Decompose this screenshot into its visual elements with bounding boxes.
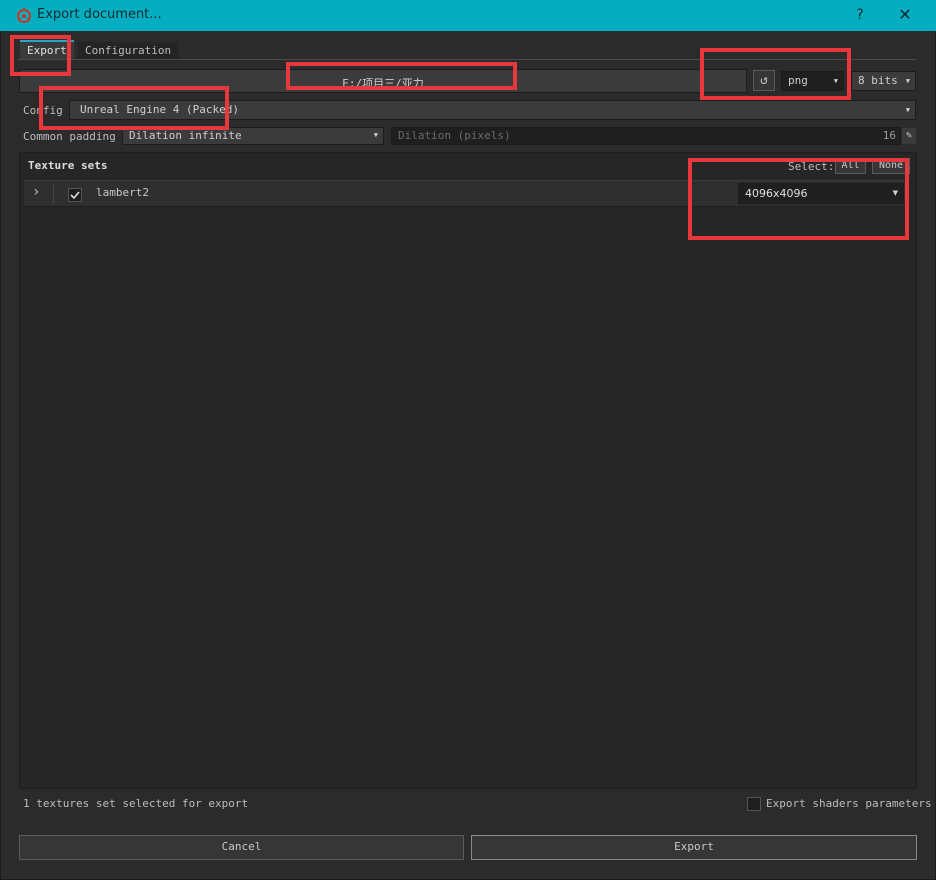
chevron-right-icon[interactable]: › [32,184,40,200]
highlight-box [39,86,229,130]
bit-depth-value: 8 bits [858,74,898,87]
export-button[interactable]: Export [471,835,917,860]
export-shaders-label: Export shaders parameters [766,797,932,810]
pencil-icon: ✎ [905,130,913,141]
texture-sets-panel [19,152,917,789]
title-bar: Export document... ? ✕ [0,0,936,31]
highlight-box [10,35,71,76]
row-divider [53,184,54,204]
texture-sets-heading: Texture sets [28,159,108,172]
dilation-value: 16 [882,129,896,142]
dilation-placeholder: Dilation (pixels) [398,129,511,142]
app-logo-icon [15,7,33,25]
tab-configuration[interactable]: Configuration [78,42,179,59]
chevron-down-icon: ▼ [373,131,378,139]
close-button[interactable]: ✕ [892,4,918,26]
export-shaders-checkbox[interactable] [747,797,761,811]
highlight-box [688,158,909,240]
highlight-box [286,62,517,90]
chevron-down-icon: ▼ [905,77,910,85]
bit-depth-select[interactable]: 8 bits ▼ [851,71,916,91]
dilation-input[interactable]: Dilation (pixels) 16 [391,127,901,145]
cancel-button[interactable]: Cancel [19,835,464,860]
selection-status: 1 textures set selected for export [23,797,249,810]
chevron-down-icon: ▼ [905,106,910,114]
checkmark-icon [70,191,80,200]
help-button[interactable]: ? [848,4,872,26]
highlight-box [700,48,851,100]
edit-dilation-button[interactable]: ✎ [902,128,916,144]
texture-set-name: lambert2 [96,186,149,199]
window-title: Export document... [37,7,162,22]
texture-set-checkbox[interactable] [68,188,82,202]
common-padding-label: Common padding [23,130,116,143]
padding-value: Dilation infinite [129,129,242,142]
